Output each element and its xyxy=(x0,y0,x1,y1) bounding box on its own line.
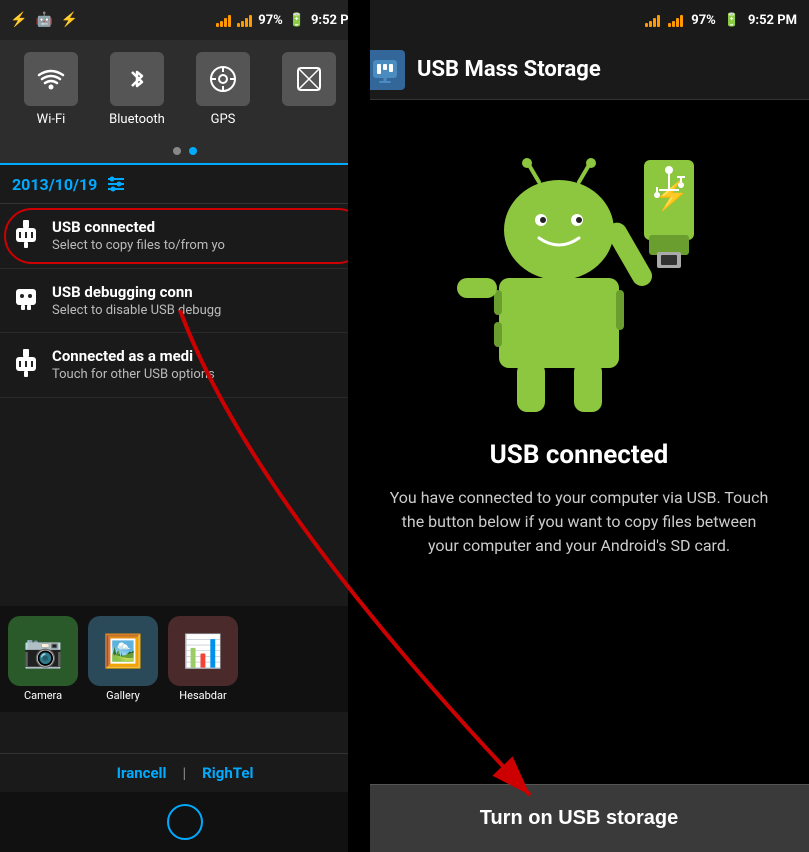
bluetooth-icon-box xyxy=(110,52,164,106)
bar1b xyxy=(237,23,240,27)
usb-content: ⚡ xyxy=(349,100,809,784)
time-right: 9:52 PM xyxy=(748,13,797,28)
turn-on-usb-button[interactable]: Turn on USB storage xyxy=(349,784,809,852)
signal-right-1 xyxy=(645,13,660,27)
battery-icon-right: 🔋 xyxy=(724,13,740,28)
notif-item-media[interactable]: Connected as a medi Touch for other USB … xyxy=(0,333,370,398)
usb-icon2: ⚡ xyxy=(61,12,78,28)
battery-right: 97% xyxy=(691,13,716,28)
bar2 xyxy=(220,21,223,27)
notif-debug-title: USB debugging conn xyxy=(52,283,358,301)
carrier-bar: Irancell | RighTel xyxy=(0,753,370,792)
qs-tile-rotate[interactable] xyxy=(274,52,344,112)
usb-debug-icon xyxy=(12,285,40,317)
app-grid: 📷 Camera 🖼️ Gallery 📊 Hesabdar xyxy=(0,606,370,712)
battery-left: 97% xyxy=(258,13,283,28)
bluetooth-label: Bluetooth xyxy=(109,112,165,127)
hesabdar-app-label: Hesabdar xyxy=(179,689,226,702)
android-usb-svg: ⚡ xyxy=(429,130,729,420)
bluetooth-icon xyxy=(122,64,152,94)
notif-usb-desc: Select to copy files to/from yo xyxy=(52,238,358,253)
bar2b xyxy=(241,21,244,27)
bar4b xyxy=(249,15,252,27)
signal-right-2 xyxy=(668,13,683,27)
rotate-icon-box xyxy=(282,52,336,106)
app-gallery[interactable]: 🖼️ Gallery xyxy=(88,616,158,702)
gps-icon xyxy=(208,64,238,94)
panel-divider xyxy=(348,0,370,852)
bar3b xyxy=(245,18,248,27)
camera-app-icon: 📷 xyxy=(8,616,78,686)
bar4 xyxy=(228,15,231,27)
gps-icon-box xyxy=(196,52,250,106)
signal-bars2 xyxy=(237,13,252,27)
app-camera[interactable]: 📷 Camera xyxy=(8,616,78,702)
carrier-irancell: Irancell xyxy=(117,764,167,782)
battery-icon-left: 🔋 xyxy=(289,13,305,28)
android-illustration: ⚡ xyxy=(429,130,729,430)
notif-debug-desc: Select to disable USB debugg xyxy=(52,303,358,318)
status-bar-right: 97% 🔋 9:52 PM xyxy=(349,0,809,40)
notif-debug-content: USB debugging conn Select to disable USB… xyxy=(52,283,358,318)
carrier-divider: | xyxy=(183,764,187,782)
nav-bar xyxy=(0,792,370,852)
carrier-rightel: RighTel xyxy=(202,764,253,782)
notif-media-desc: Touch for other USB options xyxy=(52,367,358,382)
notif-item-usb-debugging[interactable]: USB debugging conn Select to disable USB… xyxy=(0,269,370,333)
notif-item-usb-connected[interactable]: USB connected Select to copy files to/fr… xyxy=(0,204,370,269)
usb-connected-icon xyxy=(12,220,40,254)
gps-label: GPS xyxy=(211,112,236,127)
status-bar-left: ⚡ 🤖 ⚡ 97% 🔋 9:52 PM xyxy=(0,0,370,40)
status-icons-left: ⚡ 🤖 ⚡ xyxy=(10,12,78,28)
camera-app-label: Camera xyxy=(24,689,62,702)
qs-tile-bluetooth[interactable]: Bluetooth xyxy=(102,52,172,127)
notif-usb-title: USB connected xyxy=(52,218,358,236)
dot-2 xyxy=(189,147,197,155)
gallery-app-label: Gallery xyxy=(106,689,140,702)
usb-icon: ⚡ xyxy=(10,12,27,28)
signal-bars xyxy=(216,13,231,27)
wifi-icon xyxy=(36,67,66,91)
notifications-list: USB connected Select to copy files to/fr… xyxy=(0,204,370,398)
status-right-left: 97% 🔋 9:52 PM xyxy=(216,13,360,28)
date-bar: 2013/10/19 xyxy=(0,165,370,204)
quick-settings: Wi-Fi Bluetooth GPS xyxy=(0,40,370,139)
notif-usb-content: USB connected Select to copy files to/fr… xyxy=(52,218,358,253)
app-bar-title: USB Mass Storage xyxy=(417,57,601,82)
qs-tile-wifi[interactable]: Wi-Fi xyxy=(16,52,86,127)
notif-media-title: Connected as a medi xyxy=(52,347,358,365)
settings-sliders-icon[interactable] xyxy=(105,173,127,195)
media-device-icon xyxy=(12,349,40,383)
bar3 xyxy=(224,18,227,27)
dots-indicator xyxy=(0,139,370,165)
usb-button-area: Turn on USB storage xyxy=(349,784,809,852)
gallery-app-icon: 🖼️ xyxy=(88,616,158,686)
hesabdar-app-icon: 📊 xyxy=(168,616,238,686)
wifi-icon-box xyxy=(24,52,78,106)
app-hesabdar[interactable]: 📊 Hesabdar xyxy=(168,616,238,702)
home-button[interactable] xyxy=(167,804,203,840)
usb-connected-title: USB connected xyxy=(490,440,669,470)
qs-tile-gps[interactable]: GPS xyxy=(188,52,258,127)
bar1 xyxy=(216,23,219,27)
date-text: 2013/10/19 xyxy=(12,175,97,194)
notif-media-content: Connected as a medi Touch for other USB … xyxy=(52,347,358,382)
left-panel: ⚡ 🤖 ⚡ 97% 🔋 9:52 PM xyxy=(0,0,370,852)
rotate-icon xyxy=(294,64,324,94)
usb-mass-storage-icon xyxy=(365,50,405,90)
android-debug-icon: 🤖 xyxy=(35,12,52,28)
app-bar: USB Mass Storage xyxy=(349,40,809,100)
usb-description: You have connected to your computer via … xyxy=(379,486,779,558)
right-panel: 97% 🔋 9:52 PM USB Mass Storage xyxy=(349,0,809,852)
dot-1 xyxy=(173,147,181,155)
wifi-label: Wi-Fi xyxy=(37,112,66,127)
